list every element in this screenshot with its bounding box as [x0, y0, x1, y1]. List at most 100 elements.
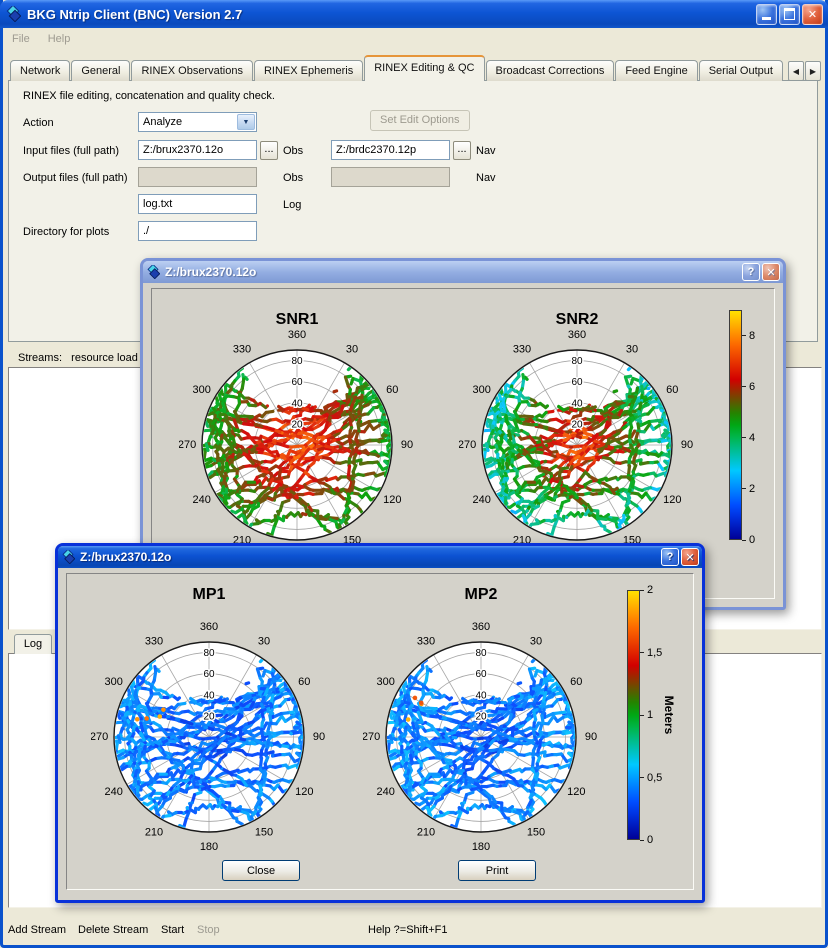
add-stream-button[interactable]: Add Stream — [8, 924, 66, 936]
dialog-print-button[interactable]: Print — [458, 860, 536, 881]
colorbar-tick-label: 1,5 — [647, 647, 662, 659]
delete-stream-button[interactable]: Delete Stream — [78, 924, 148, 936]
action-label: Action — [23, 117, 54, 129]
colorbar-tick — [640, 840, 644, 841]
svg-text:300: 300 — [473, 384, 491, 396]
svg-text:60: 60 — [291, 377, 303, 388]
svg-text:240: 240 — [473, 494, 491, 506]
browse-nav-button[interactable]: ... — [453, 141, 471, 160]
snr-colorbar-gradient — [729, 310, 742, 540]
minimize-icon — [762, 17, 771, 20]
snr-colorbar: 86420 — [729, 310, 769, 540]
svg-text:330: 330 — [145, 636, 163, 648]
tab-network[interactable]: Network — [10, 60, 70, 81]
menu-help[interactable]: Help — [39, 31, 80, 47]
svg-text:60: 60 — [298, 676, 310, 688]
svg-text:360: 360 — [200, 621, 218, 633]
snr2-skyplot: 3603060901201501802102402703003302040608… — [459, 327, 695, 563]
colorbar-tick — [742, 386, 746, 387]
tab-feed-engine[interactable]: Feed Engine — [615, 60, 697, 81]
input-files-label: Input files (full path) — [23, 145, 119, 157]
action-dropdown-button[interactable]: ▼ — [237, 114, 255, 130]
svg-text:120: 120 — [383, 494, 401, 506]
tab-general[interactable]: General — [71, 60, 130, 81]
input-obs-field[interactable] — [138, 140, 257, 160]
scroll-left-icon: ◀ — [793, 67, 799, 76]
menu-file[interactable]: File — [3, 31, 39, 47]
svg-text:270: 270 — [91, 731, 108, 743]
tab-bar: Network General RINEX Observations RINEX… — [10, 58, 784, 81]
snr-dialog-help-button[interactable]: ? — [742, 263, 760, 281]
svg-text:20: 20 — [203, 711, 215, 722]
svg-text:20: 20 — [475, 711, 487, 722]
svg-text:20: 20 — [291, 419, 303, 430]
close-icon: ✕ — [685, 551, 694, 564]
svg-text:90: 90 — [585, 731, 597, 743]
tab-serial-output[interactable]: Serial Output — [699, 60, 783, 81]
output-files-label: Output files (full path) — [23, 172, 128, 184]
mp-dialog-close-button[interactable]: ✕ — [681, 548, 699, 566]
tab-log[interactable]: Log — [14, 634, 52, 654]
svg-text:60: 60 — [570, 676, 582, 688]
colorbar-tick-label: 4 — [749, 432, 755, 444]
mp-dialog-help-button[interactable]: ? — [661, 548, 679, 566]
mp1-plot-title: MP1 — [149, 586, 269, 604]
minimize-button[interactable] — [756, 4, 777, 25]
svg-text:120: 120 — [663, 494, 681, 506]
svg-text:240: 240 — [105, 786, 123, 798]
svg-text:60: 60 — [666, 384, 678, 396]
plots-dir-field[interactable] — [138, 221, 257, 241]
window-title: BKG Ntrip Client (BNC) Version 2.7 — [27, 7, 754, 22]
colorbar-tick — [640, 777, 644, 778]
colorbar-tick-label: 1 — [647, 709, 653, 721]
start-button[interactable]: Start — [161, 924, 184, 936]
action-combobox[interactable]: Analyze ▼ — [138, 112, 257, 132]
snr-dialog-titlebar[interactable]: Z:/brux2370.12o ? ✕ — [143, 261, 783, 283]
panel-description: RINEX file editing, concatenation and qu… — [23, 90, 275, 102]
mp-plot-dialog: Z:/brux2370.12o ? ✕ MP1 MP2 360306090120… — [55, 543, 705, 903]
menu-bar: File Help — [3, 28, 825, 49]
svg-text:80: 80 — [475, 648, 487, 659]
maximize-button[interactable] — [779, 4, 800, 25]
svg-text:150: 150 — [255, 826, 273, 838]
input-nav-field[interactable] — [331, 140, 450, 160]
tab-scroll-left-button[interactable]: ◀ — [788, 61, 804, 81]
mp-dialog-titlebar[interactable]: Z:/brux2370.12o ? ✕ — [58, 546, 702, 568]
tab-scroll-right-button[interactable]: ▶ — [805, 61, 821, 81]
tab-rinex-ephemeris[interactable]: RINEX Ephemeris — [254, 60, 363, 81]
close-icon: ✕ — [766, 266, 775, 279]
close-button[interactable]: ✕ — [802, 4, 823, 25]
help-icon: ? — [667, 551, 674, 563]
svg-text:30: 30 — [530, 636, 542, 648]
mp-colorbar-gradient — [627, 590, 640, 840]
snr-dialog-close-button[interactable]: ✕ — [762, 263, 780, 281]
svg-text:30: 30 — [626, 344, 638, 356]
dialog-close-button[interactable]: Close — [222, 860, 300, 881]
svg-text:210: 210 — [417, 826, 435, 838]
colorbar-tick-label: 0 — [647, 834, 653, 846]
nav-label-1: Nav — [476, 145, 496, 157]
svg-text:360: 360 — [288, 329, 306, 341]
svg-text:360: 360 — [568, 329, 586, 341]
mp2-plot-title: MP2 — [421, 586, 541, 604]
mp1-skyplot: 3603060901201501802102402703003302040608… — [91, 619, 327, 855]
dialog-icon — [61, 550, 75, 564]
colorbar-tick — [640, 715, 644, 716]
tab-rinex-observations[interactable]: RINEX Observations — [131, 60, 252, 81]
set-edit-options-button[interactable]: Set Edit Options — [370, 110, 470, 131]
stop-button[interactable]: Stop — [197, 924, 220, 936]
log-file-field[interactable] — [138, 194, 257, 214]
obs-label-1: Obs — [283, 145, 303, 157]
browse-obs-button[interactable]: ... — [260, 141, 278, 160]
colorbar-tick-label: 6 — [749, 381, 755, 393]
window-titlebar[interactable]: BKG Ntrip Client (BNC) Version 2.7 ✕ — [0, 0, 828, 28]
colorbar-tick — [640, 590, 644, 591]
snr1-skyplot: 3603060901201501802102402703003302040608… — [179, 327, 415, 563]
tab-broadcast-corrections[interactable]: Broadcast Corrections — [486, 60, 615, 81]
tab-scroll-buttons: ◀ ▶ — [787, 61, 821, 81]
svg-text:60: 60 — [203, 669, 215, 680]
tab-rinex-editing-qc[interactable]: RINEX Editing & QC — [364, 55, 484, 81]
close-icon: ✕ — [808, 8, 817, 21]
colorbar-tick — [742, 540, 746, 541]
mp-colorbar: 21,510,50 — [627, 590, 667, 840]
